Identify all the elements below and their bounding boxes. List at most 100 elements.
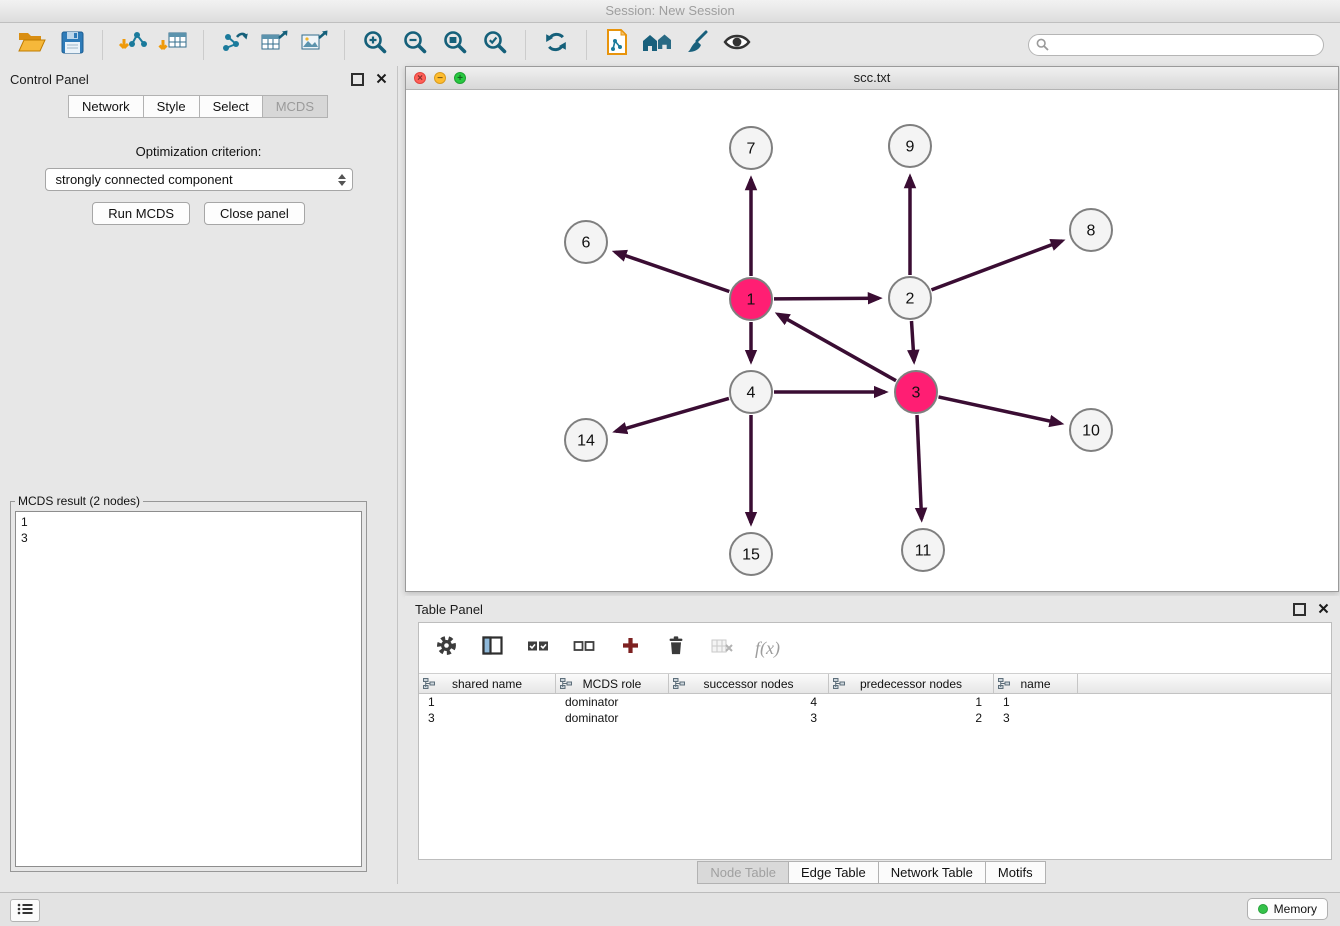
- delete-table-button[interactable]: [709, 635, 735, 661]
- import-table-icon: [158, 30, 188, 59]
- delete-columns-button[interactable]: [663, 635, 689, 661]
- column-header-label: name: [1020, 677, 1050, 691]
- edge-1-2[interactable]: [774, 298, 879, 299]
- node-label-10: 10: [1082, 423, 1100, 440]
- column-sort-icon: [833, 678, 845, 692]
- table-cell: dominator: [556, 694, 669, 710]
- zoom-fit-button[interactable]: [435, 26, 475, 64]
- network-graph[interactable]: 7968124314101511: [406, 90, 1338, 591]
- minimize-window-button[interactable]: −: [434, 72, 446, 84]
- export-network-button[interactable]: [214, 26, 254, 64]
- close-panel-button[interactable]: Close panel: [204, 202, 305, 225]
- control-tab-network[interactable]: Network: [68, 95, 144, 118]
- column-header-successor-nodes[interactable]: successor nodes: [669, 674, 829, 693]
- show-columns-button[interactable]: [479, 635, 505, 661]
- show-graphics-details-button[interactable]: [717, 26, 757, 64]
- network-from-document-button[interactable]: [597, 26, 637, 64]
- network-window-titlebar[interactable]: × − + scc.txt: [406, 67, 1338, 90]
- column-header-label: predecessor nodes: [860, 677, 962, 691]
- zoom-window-button[interactable]: +: [454, 72, 466, 84]
- list-icon: [17, 902, 33, 920]
- first-neighbors-button[interactable]: [637, 26, 677, 64]
- table-cell: 1: [829, 694, 994, 710]
- export-table-button[interactable]: [254, 26, 294, 64]
- import-network-button[interactable]: [113, 26, 153, 64]
- table-tab-network-table[interactable]: Network Table: [878, 861, 986, 884]
- select-all-columns-button[interactable]: [525, 635, 551, 661]
- open-file-button[interactable]: [12, 26, 52, 64]
- close-window-button[interactable]: ×: [414, 72, 426, 84]
- trash-icon: [666, 635, 686, 661]
- memory-label: Memory: [1274, 902, 1317, 916]
- zoom-selected-button[interactable]: [475, 26, 515, 64]
- refresh-icon: [543, 29, 569, 60]
- table-tab-edge-table[interactable]: Edge Table: [788, 861, 879, 884]
- column-header-MCDS-role[interactable]: MCDS role: [556, 674, 669, 693]
- criterion-dropdown-value: strongly connected component: [56, 172, 233, 187]
- table-panel-tabs: Node TableEdge TableNetwork TableMotifs: [405, 861, 1339, 884]
- run-mcds-button[interactable]: Run MCDS: [92, 202, 190, 225]
- memory-button[interactable]: Memory: [1247, 898, 1328, 920]
- toolbar-separator: [586, 30, 587, 60]
- columns-icon: [482, 636, 503, 660]
- create-column-button[interactable]: [617, 635, 643, 661]
- close-panel-icon[interactable]: [1318, 602, 1329, 617]
- zoom-in-button[interactable]: [355, 26, 395, 64]
- column-header-name[interactable]: name: [994, 674, 1078, 693]
- import-table-button[interactable]: [153, 26, 193, 64]
- style-brush-button[interactable]: [677, 26, 717, 64]
- edge-2-8[interactable]: [932, 241, 1063, 290]
- node-label-7: 7: [747, 141, 756, 158]
- node-label-8: 8: [1087, 223, 1096, 240]
- table-row[interactable]: 3dominator323: [419, 710, 1331, 726]
- zoom-out-button[interactable]: [395, 26, 435, 64]
- window-titlebar: Session: New Session: [0, 0, 1340, 23]
- criterion-dropdown[interactable]: strongly connected component: [45, 168, 353, 191]
- control-tab-mcds[interactable]: MCDS: [262, 95, 328, 118]
- open-folder-icon: [17, 29, 47, 60]
- edge-3-1[interactable]: [778, 314, 896, 381]
- table-mode-button[interactable]: [433, 635, 459, 661]
- node-label-1: 1: [747, 292, 756, 309]
- node-label-2: 2: [906, 291, 915, 308]
- table-cell: 3: [669, 710, 829, 726]
- column-header-shared-name[interactable]: shared name: [419, 674, 556, 693]
- table-row[interactable]: 1dominator411: [419, 694, 1331, 710]
- edge-2-3[interactable]: [912, 321, 915, 361]
- edge-3-10[interactable]: [939, 397, 1061, 424]
- export-network-icon: [220, 29, 248, 60]
- close-panel-icon[interactable]: [376, 72, 387, 87]
- table-cell: 4: [669, 694, 829, 710]
- unselect-all-columns-button[interactable]: [571, 635, 597, 661]
- network-view-window: × − + scc.txt 7968124314101511: [405, 66, 1339, 592]
- network-canvas[interactable]: 7968124314101511: [406, 90, 1338, 591]
- dropdown-stepper-icon: [338, 174, 346, 186]
- float-panel-icon[interactable]: [1293, 603, 1306, 616]
- export-image-button[interactable]: [294, 26, 334, 64]
- column-header-predecessor-nodes[interactable]: predecessor nodes: [829, 674, 994, 693]
- mcds-result-list[interactable]: 13: [15, 511, 362, 867]
- function-builder-button[interactable]: f(x): [755, 635, 780, 661]
- float-panel-icon[interactable]: [351, 73, 364, 86]
- table-panel: Table Panel: [405, 596, 1339, 886]
- zoom-fit-icon: [442, 29, 468, 60]
- refresh-network-button[interactable]: [536, 26, 576, 64]
- task-history-button[interactable]: [10, 899, 40, 922]
- edge-4-14[interactable]: [616, 398, 729, 431]
- table-cell: 2: [829, 710, 994, 726]
- node-label-3: 3: [912, 385, 921, 402]
- table-tab-motifs[interactable]: Motifs: [985, 861, 1046, 884]
- edge-3-11[interactable]: [917, 415, 922, 519]
- control-tab-style[interactable]: Style: [143, 95, 200, 118]
- unchecked-boxes-icon: [573, 639, 595, 658]
- save-session-button[interactable]: [52, 26, 92, 64]
- edge-1-6[interactable]: [615, 252, 729, 291]
- mcds-panel: Optimization criterion: strongly connect…: [0, 144, 397, 225]
- control-tab-select[interactable]: Select: [199, 95, 263, 118]
- plus-icon: [621, 636, 640, 660]
- column-sort-icon: [673, 678, 685, 692]
- main-toolbar: [0, 23, 1340, 66]
- table-tab-node-table[interactable]: Node Table: [697, 861, 789, 884]
- node-table-container: f(x) shared nameMCDS rolesuccessor nodes…: [418, 622, 1332, 860]
- search-input[interactable]: [1028, 34, 1324, 56]
